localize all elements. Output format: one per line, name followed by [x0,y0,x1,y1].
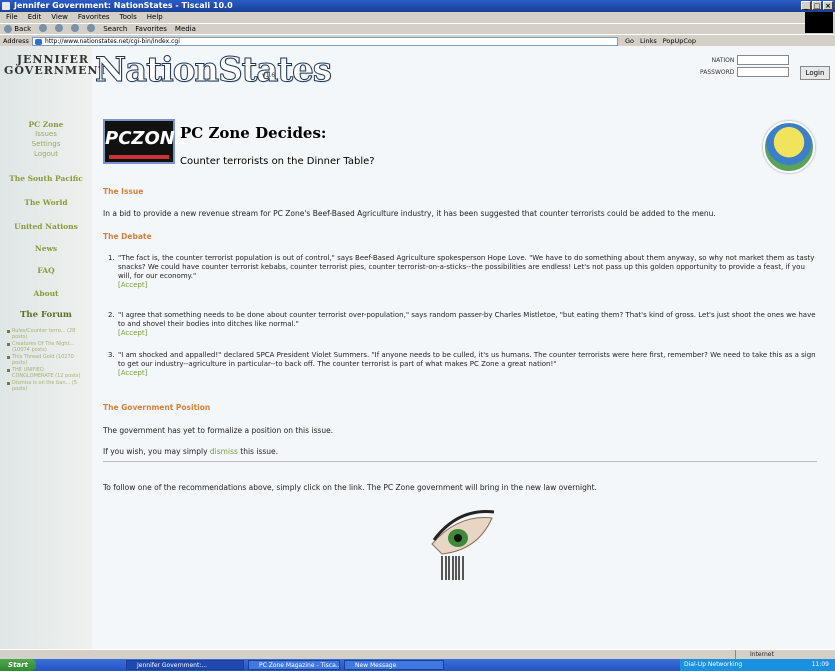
sidebar-faq[interactable]: FAQ [0,266,92,275]
media-button[interactable]: Media [175,24,196,34]
page-icon [35,39,42,45]
sidebar-un[interactable]: United Nations [0,222,92,231]
debate-option: 3. "I am shocked and appalled!" declared… [108,351,818,378]
forum-thread[interactable]: Rules/Counter terro... (28 posts) [6,328,86,340]
accept-link[interactable]: [Accept] [118,369,147,377]
windows-logo-icon [805,12,833,33]
close-button[interactable]: × [823,1,833,10]
main-content: PCZONE PC Zone Decides: Counter terroris… [96,46,835,649]
badge-text: PCZONE [105,128,188,149]
sidebar-settings[interactable]: Settings [0,140,92,148]
back-arrow-icon [4,25,12,33]
menu-favorites[interactable]: Favorites [78,12,110,23]
browser-toolbar: Back Search Favorites Media [0,23,805,34]
favorites-button[interactable]: Favorites [135,24,167,34]
forum-thread-list: Rules/Counter terro... (28 posts) Creatu… [6,328,86,393]
sidebar-logout[interactable]: Logout [0,150,92,158]
back-label: Back [14,25,32,33]
tray-dialup[interactable]: Dial-Up Networking [684,661,742,668]
forward-icon[interactable] [39,24,48,32]
eye-logo-icon [431,510,495,580]
option-number: 3. [108,351,115,359]
issue-heading: PC Zone Decides: [180,124,327,142]
minimize-button[interactable]: _ [801,1,811,10]
sidebar-issues[interactable]: Issues [0,130,92,138]
option-text: "I am shocked and appalled!" declared SP… [118,351,816,368]
badge-stripe [109,155,169,159]
menu-edit[interactable]: Edit [28,12,42,23]
government-text: The government has yet to formalize a po… [103,426,334,435]
issue-title: Counter terrorists on the Dinner Table? [180,156,375,167]
dismiss-link[interactable]: dismiss [210,447,238,456]
option-text: "I agree that something needs to be done… [118,311,816,328]
forum-thread[interactable]: Creatures Of The Night... (10074 posts) [6,341,86,353]
debate-option: 1. "The fact is, the counter terrorist p… [108,254,818,290]
dismiss-prefix: If you wish, you may simply [103,447,208,456]
maximize-button[interactable]: □ [812,1,822,10]
refresh-icon[interactable] [71,24,80,32]
footer-instructions: To follow one of the recommendations abo… [103,483,597,492]
dismiss-suffix: this issue. [240,447,279,456]
task-pc-zone[interactable]: PC Zone Magazine - Tisca... [248,660,340,670]
system-tray: Dial-Up Networking 11:09 [680,659,835,671]
menu-help[interactable]: Help [147,12,163,23]
stop-icon[interactable] [55,24,64,32]
address-url: http://www.nationstates.net/cgi-bin/inde… [45,38,180,45]
sidebar-forum[interactable]: The Forum [0,310,92,320]
back-button[interactable]: Back [4,24,31,34]
option-text: "The fact is, the counter terrorist popu… [118,254,815,280]
window-title: Jennifer Government: NationStates - Tisc… [14,1,233,10]
pc-zone-badge: PCZONE [103,119,187,164]
debate-section-label: The Debate [103,232,152,241]
web-page: JENNIFER GOVERNMENT PC Zone Issues Setti… [0,46,835,649]
address-input[interactable]: http://www.nationstates.net/cgi-bin/inde… [32,37,618,46]
address-label: Address [3,37,29,45]
clock: 11:09 [811,661,829,668]
sidebar-about[interactable]: About [0,289,92,298]
sidebar-world[interactable]: The World [0,198,92,207]
accept-link[interactable]: [Accept] [118,329,147,337]
jg-logo-line2: GOVERNMENT [4,64,108,77]
sidebar-region[interactable]: The South Pacific [0,174,92,183]
home-icon[interactable] [87,24,96,32]
task-new-message[interactable]: New Message [344,660,444,670]
task-jennifer-government[interactable]: Jennifer Government:... [126,660,244,670]
debate-option: 2. "I agree that something needs to be d… [108,311,818,338]
divider [103,461,817,462]
start-button[interactable]: Start [0,659,36,671]
sidebar: JENNIFER GOVERNMENT PC Zone Issues Setti… [0,46,108,649]
dismiss-line: If you wish, you may simply dismiss this… [103,447,278,457]
menu-view[interactable]: View [51,12,68,23]
menu-tools[interactable]: Tools [120,12,137,23]
menu-file[interactable]: File [6,12,18,23]
option-number: 2. [108,311,115,319]
sidebar-news[interactable]: News [0,244,92,253]
address-bar: Address http://www.nationstates.net/cgi-… [0,34,835,46]
government-section-label: The Government Position [103,403,211,412]
window-titlebar: Jennifer Government: NationStates - Tisc… [0,0,835,12]
zone-label: Internet [750,651,774,658]
jennifer-government-logo[interactable]: JENNIFER GOVERNMENT [4,54,108,77]
issue-section-label: The Issue [103,187,144,196]
accept-link[interactable]: [Accept] [118,281,147,289]
issue-text: In a bid to provide a new revenue stream… [103,209,716,218]
forum-thread[interactable]: Dismiss is on the ban... (5 posts) [6,380,86,392]
forum-thread[interactable]: This Thread Gold (10270 posts) [6,354,86,366]
forum-thread[interactable]: THE UNIFIED CONGLOMERATE (12 posts) [6,367,86,379]
browser-icon [2,2,10,10]
search-button[interactable]: Search [103,24,127,34]
menu-bar: File Edit View Favorites Tools Help [0,12,835,23]
status-bar: Internet [0,649,835,660]
sidebar-nation-name[interactable]: PC Zone [0,120,92,129]
taskbar: Start Jennifer Government:... PC Zone Ma… [0,659,835,671]
nation-flag-icon [763,121,815,173]
option-number: 1. [108,254,115,262]
